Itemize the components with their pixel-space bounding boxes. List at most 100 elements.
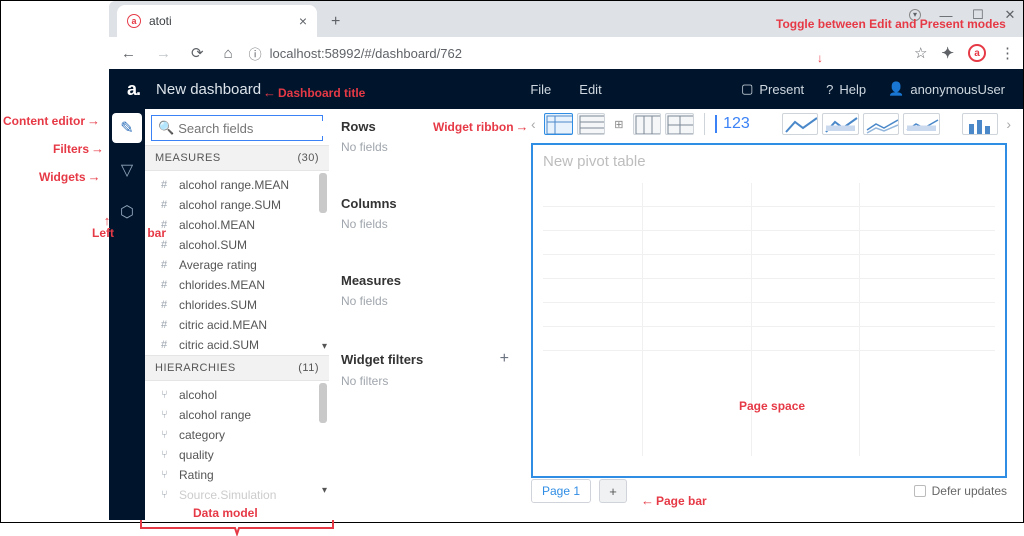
measure-icon: # xyxy=(161,259,173,271)
defer-updates[interactable]: Defer updates xyxy=(914,484,1007,498)
rail-widgets[interactable]: ⬡ xyxy=(112,197,142,227)
widget-line-chart[interactable] xyxy=(782,113,819,135)
browser-tab[interactable]: a atoti × xyxy=(117,5,317,37)
widget-filters-title: Widget filters xyxy=(341,352,423,367)
rail-filters[interactable]: ▽ xyxy=(112,155,142,185)
widget-multi-line[interactable] xyxy=(863,113,900,135)
widget-canvas[interactable]: New pivot table xyxy=(531,143,1007,478)
profile-ext-icon[interactable]: a xyxy=(968,44,986,62)
widget-filters-zone[interactable]: Widget filters + xyxy=(329,340,521,370)
page-tab-1[interactable]: Page 1 xyxy=(531,479,591,503)
present-button[interactable]: ▢Present xyxy=(741,81,804,97)
hierarchy-icon: ⑂ xyxy=(161,489,173,499)
page-bar: Page 1 + Defer updates xyxy=(531,478,1007,504)
list-item[interactable]: #alcohol.MEAN xyxy=(145,215,329,235)
hierarchy-icon: ⑂ xyxy=(161,389,173,401)
hierarchy-icon: ⑂ xyxy=(161,449,173,461)
search-field[interactable]: 🔍 xyxy=(151,115,323,141)
list-item[interactable]: ⑂Source.Simulation xyxy=(145,485,329,499)
nav-home-icon[interactable]: ⌂ xyxy=(220,41,237,66)
list-item[interactable]: #alcohol range.SUM xyxy=(145,195,329,215)
nav-forward-icon[interactable]: → xyxy=(152,41,175,66)
widget-filters-empty: No filters xyxy=(329,370,521,402)
menu-file[interactable]: File xyxy=(530,82,551,97)
anno-content-editor: Content editor xyxy=(3,113,100,128)
widget-kpi[interactable]: 123 xyxy=(715,115,756,133)
measures-header[interactable]: MEASURES (30) xyxy=(145,145,329,171)
list-item[interactable]: #chlorides.MEAN xyxy=(145,275,329,295)
list-item[interactable]: ⑂quality xyxy=(145,445,329,465)
tab-close-icon[interactable]: × xyxy=(299,13,307,29)
list-item[interactable]: #citric acid.SUM xyxy=(145,335,329,355)
measures-count: (30) xyxy=(297,152,319,164)
url-display[interactable]: ⓘ localhost:58992/#/dashboard/762 xyxy=(249,44,902,63)
extensions-icon[interactable]: ✦ xyxy=(941,44,954,62)
ribbon-prev-icon[interactable]: ‹ xyxy=(527,116,540,132)
window-close[interactable]: ✕ xyxy=(1003,7,1017,23)
menu-edit[interactable]: Edit xyxy=(579,82,601,97)
list-item[interactable]: #Average rating xyxy=(145,255,329,275)
list-item[interactable]: #alcohol range.MEAN xyxy=(145,175,329,195)
widget-ribbon: ‹ ⊞ 123 › xyxy=(521,109,1021,139)
dashboard-title[interactable]: New dashboard xyxy=(156,81,261,98)
hierarchies-scrollbar[interactable] xyxy=(319,383,327,497)
measures-scrollbar[interactable] xyxy=(319,173,327,353)
window-minimize[interactable]: — xyxy=(939,8,953,23)
measures-zone[interactable]: Measures xyxy=(329,263,521,290)
site-info-icon[interactable]: ⓘ xyxy=(249,44,262,63)
menu-bar: File Edit xyxy=(530,82,601,97)
hierarchy-icon: ⑂ xyxy=(161,409,173,421)
list-item[interactable]: ⑂Rating xyxy=(145,465,329,485)
list-item[interactable]: #alcohol.SUM xyxy=(145,235,329,255)
bookmark-icon[interactable]: ☆ xyxy=(914,44,927,62)
defer-checkbox[interactable] xyxy=(914,485,926,497)
chevron-down-icon[interactable]: ▾ xyxy=(322,341,327,352)
user-icon: 👤 xyxy=(888,81,904,97)
new-tab-button[interactable]: + xyxy=(325,7,346,37)
user-menu[interactable]: 👤anonymousUser xyxy=(888,81,1005,97)
widget-grid-2[interactable] xyxy=(665,113,694,135)
measures-header-label: MEASURES xyxy=(155,152,221,164)
list-item[interactable]: ⑂alcohol xyxy=(145,385,329,405)
measure-icon: # xyxy=(161,339,173,351)
list-item[interactable]: ⑂category xyxy=(145,425,329,445)
nav-back-icon[interactable]: ← xyxy=(117,41,140,66)
pivot-table-title: New pivot table xyxy=(533,145,1005,178)
hierarchies-count: (11) xyxy=(298,362,319,374)
columns-zone[interactable]: Columns xyxy=(329,186,521,213)
measures-zone-title: Measures xyxy=(341,273,401,288)
favicon: a xyxy=(127,14,141,28)
help-button[interactable]: ?Help xyxy=(826,82,866,97)
window-maximize[interactable]: ☐ xyxy=(971,7,985,23)
search-input[interactable] xyxy=(178,121,354,136)
measure-icon: # xyxy=(161,179,173,191)
list-item[interactable]: ⑂alcohol range xyxy=(145,405,329,425)
hierarchy-icon: ⑂ xyxy=(161,429,173,441)
widget-table[interactable] xyxy=(577,113,606,135)
widget-grid-1[interactable] xyxy=(633,113,662,135)
rows-zone[interactable]: Rows xyxy=(329,109,521,136)
chevron-down-icon[interactable]: ▾ xyxy=(322,485,327,496)
list-item[interactable]: #citric acid.MEAN xyxy=(145,315,329,335)
hierarchies-header[interactable]: HIERARCHIES (11) xyxy=(145,355,329,381)
nav-reload-icon[interactable]: ⟳ xyxy=(187,40,208,66)
widget-pivot-table[interactable] xyxy=(544,113,573,135)
browser-menu-icon[interactable]: ⋮ xyxy=(1000,44,1015,62)
left-rail: ✎ ▽ ⬡ xyxy=(109,109,145,520)
hierarchies-list: ⑂alcohol ⑂alcohol range ⑂category ⑂quali… xyxy=(145,381,329,499)
widget-area-chart[interactable] xyxy=(822,113,859,135)
app-logo[interactable]: a. xyxy=(127,79,140,100)
app-header: a. New dashboard File Edit ▢Present ?Hel… xyxy=(109,69,1023,109)
anno-filters: Filters xyxy=(53,141,104,156)
widget-tree-table-icon[interactable]: ⊞ xyxy=(609,113,628,135)
rail-content-editor[interactable]: ✎ xyxy=(112,113,142,143)
add-page-button[interactable]: + xyxy=(599,479,627,503)
list-item[interactable]: #chlorides.SUM xyxy=(145,295,329,315)
measures-zone-empty: No fields xyxy=(329,290,521,322)
hierarchy-icon: ⑂ xyxy=(161,469,173,481)
widgets-icon: ⬡ xyxy=(120,202,134,222)
ribbon-next-icon[interactable]: › xyxy=(1002,116,1015,132)
widget-bar-chart[interactable] xyxy=(962,113,999,135)
add-filter-icon[interactable]: + xyxy=(500,350,509,368)
widget-stacked-area[interactable] xyxy=(903,113,940,135)
